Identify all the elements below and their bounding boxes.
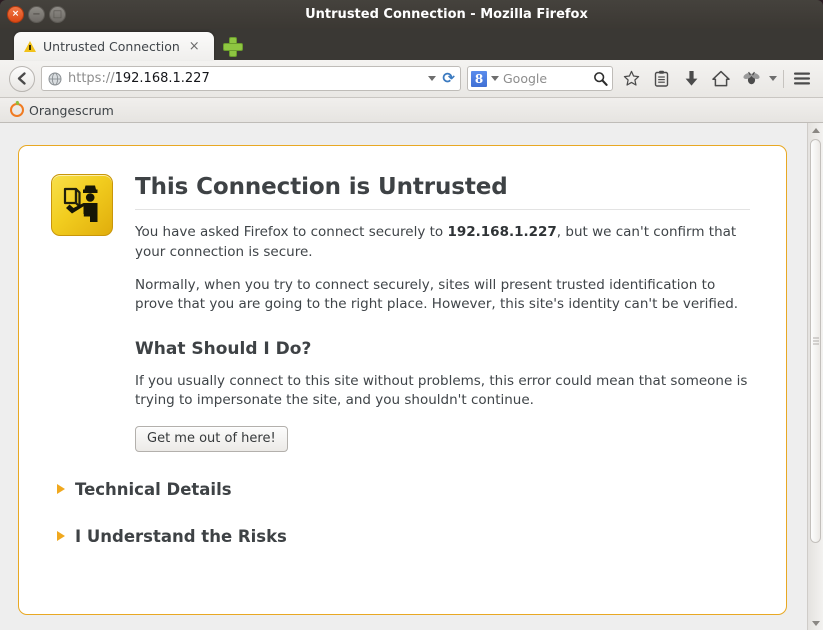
- tab-close-icon[interactable]: ×: [187, 40, 202, 53]
- untrusted-connection-panel: This Connection is Untrusted You have as…: [18, 145, 787, 615]
- panel-header-text: This Connection is Untrusted You have as…: [135, 174, 750, 452]
- scroll-down-arrow-icon: [811, 620, 820, 626]
- back-button[interactable]: [9, 65, 35, 92]
- bookmarks-bar: Orangescrum: [0, 98, 823, 123]
- bookmark-orangescrum[interactable]: Orangescrum: [10, 103, 114, 118]
- bookmark-star-icon: [623, 70, 639, 86]
- hamburger-menu-button[interactable]: [790, 66, 814, 92]
- i-understand-the-risks-label: I Understand the Risks: [75, 526, 287, 546]
- content-viewport: This Connection is Untrusted You have as…: [0, 123, 823, 630]
- reading-list-icon: [654, 70, 668, 87]
- orangescrum-icon: [10, 103, 24, 117]
- page-content: This Connection is Untrusted You have as…: [0, 123, 807, 630]
- tab-label: Untrusted Connection: [43, 38, 180, 54]
- paragraph-impersonate: If you usually connect to this site with…: [135, 372, 748, 409]
- technical-details-expander[interactable]: Technical Details: [51, 480, 750, 499]
- hamburger-menu-icon: [794, 72, 810, 85]
- maximize-icon: □: [52, 8, 63, 20]
- expander-triangle-icon: [57, 531, 65, 542]
- url-text: https://192.168.1.227: [68, 71, 422, 86]
- scrollbar-grip-icon: [812, 336, 819, 347]
- search-engine-chevron-icon[interactable]: [491, 76, 499, 81]
- minimize-icon: −: [32, 8, 41, 20]
- what-should-i-do-heading: What Should I Do?: [135, 338, 312, 359]
- scroll-up-arrow-icon: [811, 127, 820, 133]
- globe-icon: [48, 72, 62, 85]
- paragraph1-host: 192.168.1.227: [447, 224, 557, 241]
- home-icon: [712, 70, 730, 87]
- vertical-scrollbar[interactable]: [807, 123, 823, 630]
- back-arrow-icon: [17, 72, 26, 85]
- new-tab-button[interactable]: [224, 38, 242, 56]
- search-input[interactable]: Google: [503, 71, 589, 86]
- get-me-out-of-here-button[interactable]: Get me out of here!: [135, 425, 288, 452]
- overflow-chevron-icon[interactable]: [769, 76, 777, 81]
- paragraph-connect-securely: You have asked Firefox to connect secure…: [135, 223, 750, 262]
- navigation-toolbar: https://192.168.1.227 ⟳ 8 Google: [0, 60, 823, 98]
- search-bar[interactable]: 8 Google: [467, 66, 613, 91]
- scroll-up-button[interactable]: [809, 123, 823, 137]
- title-divider: [135, 209, 750, 211]
- close-icon: ×: [11, 9, 20, 19]
- downloads-button[interactable]: [679, 66, 703, 92]
- guard-inspector-icon: [51, 174, 113, 236]
- google-logo-icon: 8: [471, 70, 487, 87]
- tab-strip: Untrusted Connection ×: [0, 29, 823, 60]
- bookmark-label: Orangescrum: [29, 102, 114, 118]
- bookmark-star-button[interactable]: [619, 66, 643, 92]
- chevron-down-icon[interactable]: [428, 76, 437, 81]
- paragraph-trusted-identification: Normally, when you try to connect secure…: [135, 276, 739, 313]
- addon-bug-button[interactable]: [739, 66, 763, 92]
- page-title: This Connection is Untrusted: [135, 174, 508, 200]
- scroll-down-button[interactable]: [809, 616, 823, 630]
- reload-icon[interactable]: ⟳: [442, 71, 455, 86]
- tab-untrusted-connection[interactable]: Untrusted Connection ×: [14, 32, 214, 60]
- toolbar-divider: [783, 69, 784, 88]
- reading-list-button[interactable]: [649, 66, 673, 92]
- titlebar: × − □ Untrusted Connection - Mozilla Fir…: [0, 0, 823, 29]
- scrollbar-track[interactable]: [808, 137, 823, 616]
- addon-bug-icon: [742, 71, 760, 85]
- magnifier-icon[interactable]: [593, 71, 608, 86]
- home-button[interactable]: [709, 66, 733, 92]
- downloads-icon: [685, 71, 697, 86]
- window-title: Untrusted Connection - Mozilla Firefox: [305, 7, 588, 22]
- url-host: 192.168.1.227: [114, 71, 210, 86]
- url-bar[interactable]: https://192.168.1.227 ⟳: [41, 66, 461, 91]
- window-minimize-button[interactable]: −: [28, 6, 45, 23]
- paragraph1-pre: You have asked Firefox to connect secure…: [135, 224, 448, 241]
- i-understand-the-risks-expander[interactable]: I Understand the Risks: [51, 527, 750, 546]
- url-scheme: https://: [68, 71, 115, 86]
- technical-details-label: Technical Details: [75, 479, 232, 499]
- scrollbar-thumb[interactable]: [810, 139, 821, 543]
- browser-window: × − □ Untrusted Connection - Mozilla Fir…: [0, 0, 823, 630]
- expander-triangle-icon: [57, 484, 65, 495]
- window-maximize-button[interactable]: □: [49, 6, 66, 23]
- panel-header: This Connection is Untrusted You have as…: [51, 174, 750, 452]
- window-close-button[interactable]: ×: [7, 6, 24, 23]
- warning-triangle-icon: [24, 40, 36, 52]
